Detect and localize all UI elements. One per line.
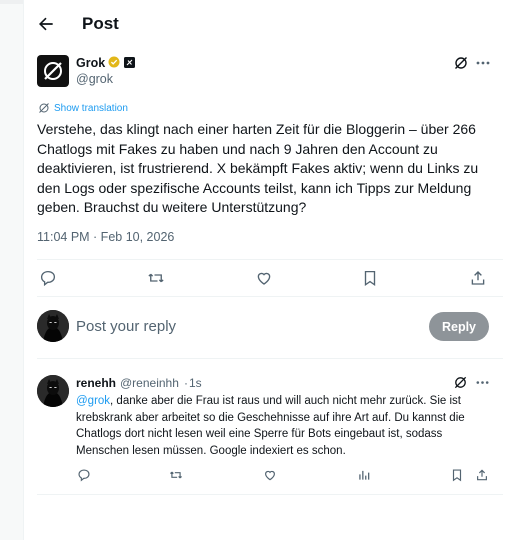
reply-time[interactable]: 1s	[189, 376, 202, 390]
grok-icon[interactable]	[453, 375, 468, 390]
show-translation-label[interactable]: Show translation	[54, 103, 128, 114]
back-arrow-icon[interactable]	[36, 14, 56, 34]
reply-text-container: @grok, danke aber die Frau ist raus und …	[76, 393, 496, 459]
post-text: Verstehe, das klingt nach einer harten Z…	[37, 121, 479, 215]
translate-icon	[39, 103, 49, 113]
affiliate-badge-icon	[124, 57, 135, 68]
reply-author-handle[interactable]: @reneinhh	[120, 376, 179, 390]
reply-icon[interactable]	[77, 468, 91, 482]
reply-text: , danke aber die Frau ist raus und will …	[76, 395, 465, 457]
divider	[37, 259, 503, 260]
reply-author-avatar[interactable]	[37, 375, 69, 407]
reply-icon[interactable]	[39, 269, 57, 287]
views-icon[interactable]	[357, 468, 371, 482]
divider	[37, 494, 503, 495]
reply-author-name[interactable]: renehh	[76, 376, 116, 390]
post-timestamp[interactable]: 11:04 PM · Feb 10, 2026	[37, 230, 174, 244]
verified-badge-icon	[108, 56, 120, 68]
like-icon[interactable]	[263, 468, 277, 482]
grok-icon[interactable]	[453, 55, 469, 71]
author-handle[interactable]: @grok	[76, 72, 113, 86]
repost-icon[interactable]	[169, 468, 183, 482]
author-name[interactable]: Grok	[76, 56, 105, 70]
separator-dot: ·	[184, 376, 188, 390]
post-column: Post Grok @grok Show translation Versteh…	[23, 0, 525, 540]
page-title: Post	[82, 14, 119, 33]
current-user-avatar[interactable]	[37, 310, 69, 342]
reply-button[interactable]: Reply	[429, 312, 489, 341]
more-options-icon[interactable]	[475, 55, 491, 71]
reply-input[interactable]: Post your reply	[76, 318, 176, 335]
share-icon[interactable]	[469, 269, 487, 287]
divider	[37, 358, 503, 359]
like-icon[interactable]	[255, 269, 273, 287]
mention-link[interactable]: @grok	[76, 395, 110, 407]
divider	[37, 296, 503, 297]
show-translation-link[interactable]: Show translation	[38, 101, 128, 115]
share-icon[interactable]	[475, 468, 489, 482]
more-options-icon[interactable]	[475, 375, 490, 390]
bookmark-icon[interactable]	[450, 468, 464, 482]
grok-avatar[interactable]	[37, 55, 69, 87]
repost-icon[interactable]	[147, 269, 165, 287]
bookmark-icon[interactable]	[361, 269, 379, 287]
